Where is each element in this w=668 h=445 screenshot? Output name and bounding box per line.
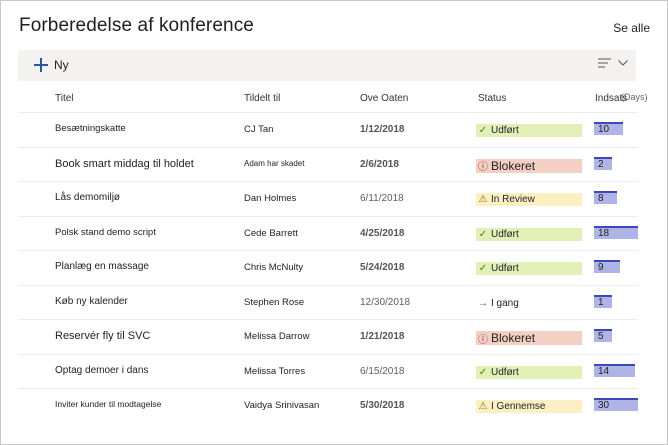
status-badge: → I gang [476,296,582,310]
status-label: Udført [491,366,519,378]
new-item-label: Ny [54,58,69,72]
due-date: 4/25/2018 [360,227,405,239]
effort-bar: 1 [594,294,612,308]
assigned-to: Dan Holmes [244,193,297,204]
task-title[interactable]: Optag demoer i dans [55,365,148,376]
effort-bar: 2 [594,156,612,170]
effort-bar: 9 [594,260,620,273]
effort-bar: 18 [594,225,638,239]
status-badge: ✓ Udført [476,227,582,241]
status-badge: ✓ Udført [476,124,582,137]
check-icon: ✓ [478,263,488,274]
status-label: I gang [491,297,519,309]
check-icon: ✓ [478,228,488,240]
view-options-button[interactable] [598,58,628,68]
effort-bar: 10 [594,122,623,135]
status-label: Udført [491,228,519,240]
status-label: In Review [491,194,535,205]
column-header-assigned[interactable]: Tildelt til [244,93,280,104]
assigned-to: Chris McNulty [244,262,304,273]
check-icon: ✓ [478,366,488,378]
due-date: 5/30/2018 [360,400,405,411]
due-date: 12/30/2018 [360,296,411,308]
status-badge: ⚠ In Review [476,193,582,206]
plus-icon [34,58,48,72]
status-label: Udført [491,263,519,274]
task-title[interactable]: Planlæg en massage [55,261,149,272]
column-header-due[interactable]: Ove Oaten [360,93,408,104]
table-row[interactable]: Lås demomiljø Dan Holmes 6/11/2018 ⚠ In Revi… [18,181,638,216]
due-date: 6/15/2018 [360,365,405,377]
status-label: I Gennemse [491,401,546,412]
due-date: 1/12/2018 [360,124,405,135]
blocked-circle-icon: ⓘ [478,162,488,173]
table-row[interactable]: Reservér fly til SVC Melissa Darrow 1/21/2… [18,319,638,354]
task-title[interactable]: Inviter kunder til modtagelse [55,399,161,409]
table-row[interactable]: Inviter kunder til modtagelse Vaidya Srin… [18,388,638,423]
new-item-button[interactable]: Ny [34,58,69,72]
assigned-to: Melissa Torres [244,365,306,377]
task-title[interactable]: Book smart middag til holdet [55,158,194,170]
due-date: 6/11/2018 [360,193,404,204]
see-all-link[interactable]: Se alle [613,21,650,35]
assigned-to: Stephen Rose [244,296,305,308]
table-row[interactable]: Polsk stand demo script Cede Barrett 4/25/… [18,215,638,251]
warning-icon: ⚠ [478,401,488,412]
table-row[interactable]: Optag demoer i dans Melissa Torres 6/15/20… [18,353,638,389]
effort-bar: 5 [594,329,612,342]
assigned-to: Cede Barrett [244,227,298,239]
task-title[interactable]: Polsk stand demo script [55,227,156,238]
status-label: Blokeret [491,331,536,345]
status-badge: ✓ Udført [476,262,582,275]
effort-bar: 8 [594,191,617,204]
warning-icon: ⚠ [478,194,488,205]
lines-icon [598,58,611,68]
blocked-circle-icon: ⓘ [478,334,488,346]
arrow-right-icon: → [478,297,488,309]
status-label: Udført [491,125,519,136]
due-date: 5/24/2018 [360,262,405,273]
assigned-to: Vaidya Srinivasan [244,400,320,411]
status-badge: ✓ Udført [476,365,582,379]
assigned-to: Melissa Darrow [244,331,310,342]
status-badge: ⓘ Blokeret [476,331,582,346]
chevron-down-icon [618,60,628,66]
task-title[interactable]: Reservér fly til SVC [55,330,150,342]
check-icon: ✓ [478,125,488,136]
page-title: Forberedelse af konference [19,15,254,36]
assigned-to: Adam har skadet [244,158,305,168]
table-row[interactable]: Planlæg en massage Chris McNulty 5/24/2018… [18,250,638,285]
task-title[interactable]: Køb ny kalender [55,296,128,307]
status-badge: ⓘ Blokeret [476,158,582,173]
effort-bar: 14 [594,363,635,377]
status-label: Blokeret [491,158,536,173]
task-title[interactable]: Besætningskatte [55,123,126,134]
due-date: 1/21/2018 [360,331,405,342]
table-row[interactable]: Book smart middag til holdet Adam har ska… [18,146,638,182]
table-row[interactable]: Besætningskatte CJ Tan 1/12/2018 ✓ Udført 10 [18,112,638,147]
column-header-row: Titel Tildelt til Ove Oaten Status Indsa… [1,89,667,109]
column-header-title[interactable]: Titel [55,93,74,104]
effort-bar: 30 [594,398,638,411]
column-header-status[interactable]: Status [478,93,506,104]
task-title[interactable]: Lås demomiljø [55,192,120,203]
status-badge: ⚠ I Gennemse [476,400,582,413]
command-bar: Ny [18,50,636,81]
table-row[interactable]: Køb ny kalender Stephen Rose 12/30/2018 → I … [18,284,638,320]
column-header-effort-unit: (Days) [621,92,648,102]
due-date: 2/6/2018 [360,158,399,170]
task-list-webpart: Forberedelse af konference Se alle Ny Ti… [0,0,668,445]
assigned-to: CJ Tan [244,124,274,135]
